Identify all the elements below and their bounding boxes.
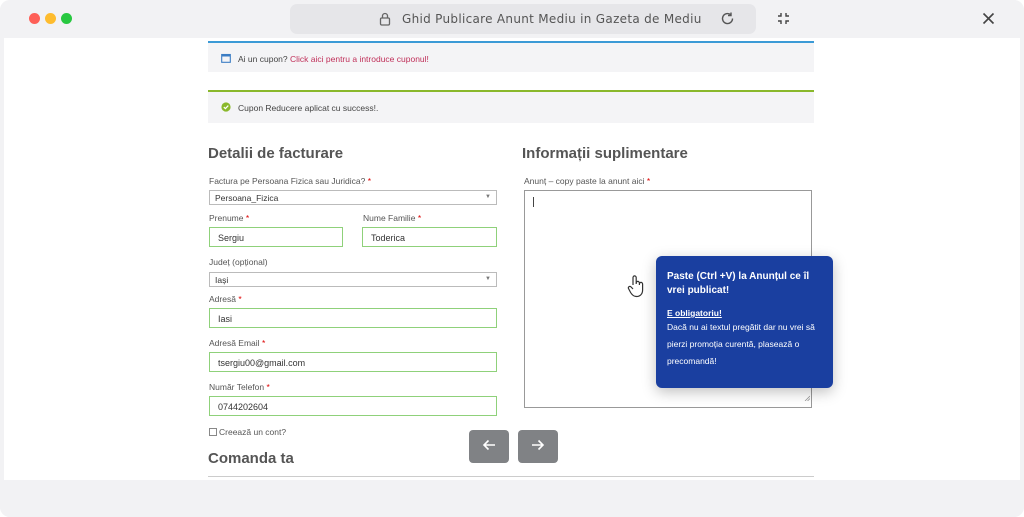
county-value: Iași [215, 275, 229, 285]
phone-input[interactable]: 0744202604 [209, 396, 497, 416]
additional-info-title: Informații suplimentare [522, 145, 688, 162]
billing-type-value: Persoana_Fizica [215, 193, 279, 203]
calendar-icon [221, 53, 231, 65]
resize-grip-icon[interactable] [804, 388, 811, 406]
coupon-link[interactable]: Click aici pentru a introduce cuponul! [290, 54, 429, 64]
email-label: Adresă Email [209, 338, 260, 348]
create-account-checkbox[interactable] [209, 428, 217, 436]
order-title: Comanda ta [208, 450, 294, 467]
chevron-down-icon: ▼ [485, 276, 491, 282]
email-input[interactable]: tsergiu00@gmail.com [209, 352, 497, 372]
first-name-label: Prenume [209, 213, 244, 223]
browser-window: Ghid Publicare Anunt Mediu in Gazeta de … [0, 0, 1024, 517]
address-input[interactable]: Iasi [209, 308, 497, 328]
minimize-window-dot[interactable] [45, 13, 56, 24]
text-cursor [533, 197, 534, 207]
hand-pointer-icon [626, 274, 646, 303]
arrow-right-icon [531, 438, 545, 456]
chevron-down-icon: ▼ [485, 194, 491, 200]
check-circle-icon [221, 102, 231, 114]
page-content: Ai un cupon? Click aici pentru a introdu… [4, 38, 1020, 480]
tooltip-body: Dacă nu ai textul pregătit dar nu vrei s… [667, 322, 815, 366]
billing-type-label: Factura pe Persoana Fizica sau Juridica? [209, 176, 366, 186]
paste-tooltip: Paste (Ctrl +V) la Anunțul ce îl vrei pu… [656, 256, 833, 388]
success-notice: Cupon Reducere aplicat cu success!. [208, 90, 814, 123]
required-mark: * [266, 382, 270, 392]
address-bar[interactable]: Ghid Publicare Anunt Mediu in Gazeta de … [290, 4, 756, 34]
create-account-label: Creează un cont? [219, 427, 287, 437]
reload-icon[interactable] [720, 11, 735, 31]
last-name-label: Nume Familie [363, 213, 416, 223]
address-label: Adresă [209, 294, 236, 304]
county-select[interactable]: Iași ▼ [209, 272, 497, 287]
first-name-input[interactable]: Sergiu [209, 227, 343, 247]
last-name-input[interactable]: Toderica [362, 227, 497, 247]
billing-title: Detalii de facturare [208, 145, 344, 162]
lock-icon [379, 12, 391, 31]
required-mark: * [417, 213, 422, 223]
required-mark: * [261, 338, 266, 348]
phone-label: Număr Telefon [209, 382, 265, 392]
tooltip-heading: Paste (Ctrl +V) la Anunțul ce îl vrei pu… [667, 271, 810, 296]
expand-icon[interactable] [776, 11, 791, 31]
billing-type-select[interactable]: Persoana_Fizica ▼ [209, 190, 497, 205]
previous-button[interactable] [469, 430, 509, 463]
success-message: Cupon Reducere aplicat cu success!. [238, 103, 379, 113]
coupon-notice: Ai un cupon? Click aici pentru a introdu… [208, 41, 814, 72]
maximize-window-dot[interactable] [61, 13, 72, 24]
create-account-row[interactable]: Creează un cont? [209, 427, 286, 437]
required-mark: * [238, 294, 242, 304]
required-mark: * [646, 176, 651, 186]
bottom-bar [0, 480, 1024, 517]
page-title: Ghid Publicare Anunt Mediu in Gazeta de … [402, 12, 702, 26]
close-icon[interactable] [982, 12, 995, 30]
required-mark: * [367, 176, 372, 186]
coupon-question: Ai un cupon? [238, 54, 288, 64]
ad-text-label: Anunț – copy paste la anunt aici [524, 176, 645, 186]
arrow-left-icon [482, 438, 496, 456]
county-label: Județ (opțional) [209, 257, 268, 267]
close-window-dot[interactable] [29, 13, 40, 24]
next-button[interactable] [518, 430, 558, 463]
tooltip-required: E obligatoriu! [667, 308, 722, 318]
order-divider [208, 476, 814, 477]
title-bar: Ghid Publicare Anunt Mediu in Gazeta de … [0, 0, 1024, 38]
required-mark: * [245, 213, 250, 223]
